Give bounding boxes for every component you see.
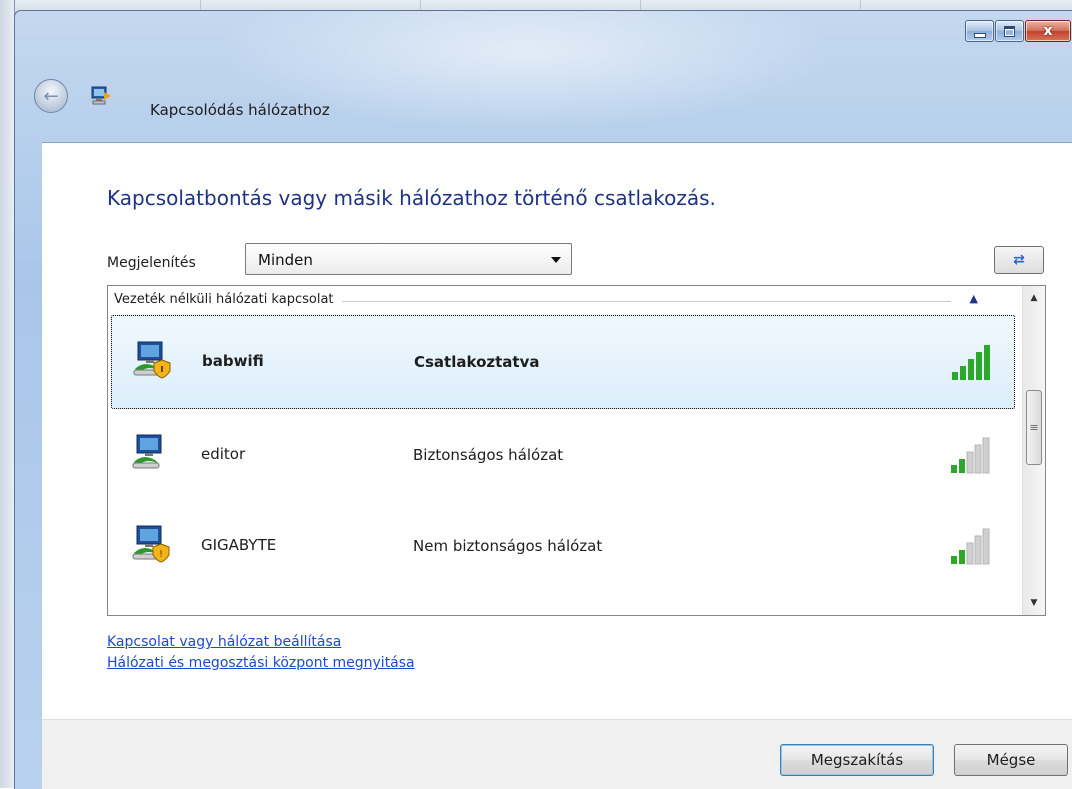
caption-buttons: x	[964, 20, 1071, 42]
close-button[interactable]: x	[1025, 20, 1071, 42]
network-status: Biztonságos hálózat	[413, 446, 564, 464]
network-name: GIGABYTE	[201, 536, 277, 554]
network-row-gigabyte[interactable]: ! GIGABYTE Nem biztonságos hálózat	[111, 500, 1015, 594]
setup-connection-link[interactable]: Kapcsolat vagy hálózat beállítása	[107, 634, 341, 650]
background-window-edge	[0, 0, 15, 788]
show-filter-value: Minden	[258, 251, 313, 269]
maximize-button[interactable]	[995, 20, 1024, 42]
maximize-icon	[1004, 25, 1015, 37]
minimize-button[interactable]	[965, 20, 994, 42]
cancel-button[interactable]: Mégse	[954, 744, 1068, 776]
network-status: Csatlakoztatva	[414, 353, 540, 371]
network-name: babwifi	[202, 352, 264, 370]
network-wizard-icon	[91, 86, 111, 105]
dialog-footer: Megszakítás Mégse	[42, 719, 1072, 789]
svg-text:!: !	[159, 549, 163, 560]
dialog-content: Kapcsolatbontás vagy másik hálózathoz tö…	[42, 142, 1072, 720]
refresh-button[interactable]: ⇄	[994, 246, 1044, 274]
network-row-babwifi[interactable]: babwifi Csatlakoztatva	[111, 315, 1015, 409]
network-row-editor[interactable]: editor Biztonságos hálózat	[111, 409, 1015, 503]
secure-network-icon	[133, 341, 171, 379]
connect-to-network-window: x ← Kapcsolódás hálózathoz Kapcsolatbont…	[14, 10, 1072, 789]
chevron-down-icon	[551, 257, 561, 263]
network-name: editor	[201, 445, 246, 463]
scroll-down-icon[interactable]: ▼	[1026, 595, 1042, 611]
network-center-link[interactable]: Hálózati és megosztási központ megnyitás…	[107, 655, 415, 671]
window-title: Kapcsolódás hálózathoz	[150, 101, 330, 119]
disconnect-button[interactable]: Megszakítás	[780, 744, 934, 776]
close-icon: x	[1043, 23, 1053, 39]
signal-strength-icon	[951, 528, 990, 565]
unsecured-network-icon: !	[132, 525, 170, 563]
network-list: Vezeték nélküli hálózati kapcsolat ▲ bab…	[107, 285, 1046, 616]
grip-icon: ≡	[1029, 421, 1039, 434]
signal-strength-icon	[951, 437, 990, 474]
secure-network-icon	[132, 434, 162, 469]
network-status: Nem biztonságos hálózat	[413, 537, 603, 555]
refresh-icon: ⇄	[1013, 252, 1025, 268]
group-header[interactable]: Vezeték nélküli hálózati kapcsolat ▲	[108, 286, 1013, 314]
signal-strength-icon	[952, 345, 990, 380]
show-filter-dropdown[interactable]: Minden	[245, 243, 572, 275]
back-button[interactable]: ←	[34, 79, 68, 113]
scrollbar-thumb[interactable]: ≡	[1026, 390, 1042, 465]
minimize-icon	[973, 32, 986, 38]
vertical-scrollbar[interactable]: ▲ ≡ ▼	[1022, 286, 1045, 615]
page-heading: Kapcsolatbontás vagy másik hálózathoz tö…	[107, 186, 716, 210]
back-arrow-icon: ←	[43, 85, 59, 107]
show-filter-label: Megjelenítés	[107, 255, 196, 271]
collapse-chevron-icon[interactable]: ▲	[970, 292, 978, 305]
scroll-up-icon[interactable]: ▲	[1026, 290, 1042, 306]
group-label: Vezeték nélküli hálózati kapcsolat	[114, 292, 342, 307]
